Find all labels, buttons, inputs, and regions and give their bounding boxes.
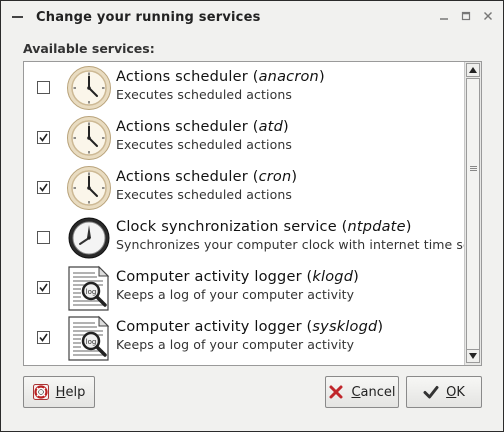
close-icon[interactable] [480, 8, 496, 24]
service-row-anacron[interactable]: Actions scheduler (anacron) Executes sche… [24, 62, 464, 112]
available-services-label: Available services: [23, 41, 155, 56]
cancel-x-icon [328, 384, 344, 400]
clock-icon [66, 115, 112, 161]
service-checkbox-sysklogd[interactable] [37, 331, 50, 344]
service-row-klogd[interactable]: log Computer activity logger (klogd) Keeps… [24, 262, 464, 312]
service-title: Computer activity logger (sysklogd) [116, 319, 384, 335]
service-title: Actions scheduler (atd) [116, 119, 289, 135]
service-row-ntpdate[interactable]: Clock synchronization service (ntpdate) S… [24, 212, 464, 262]
service-checkbox-klogd[interactable] [37, 281, 50, 294]
service-checkbox-anacron[interactable] [37, 81, 50, 94]
service-row-atd[interactable]: Actions scheduler (atd) Executes schedule… [24, 112, 464, 162]
scrollbar-thumb[interactable] [466, 78, 480, 350]
window-title: Change your running services [36, 9, 261, 25]
service-checkbox-ntpdate[interactable] [37, 231, 50, 244]
svg-text:log: log [86, 288, 97, 296]
services-list-frame: Actions scheduler (anacron) Executes sche… [23, 61, 482, 366]
help-button-label: Help [55, 384, 86, 400]
cancel-button[interactable]: Cancel [325, 376, 399, 408]
service-row-sysklogd[interactable]: log Computer activity logger (sysklogd) Ke… [24, 312, 464, 362]
service-title: Actions scheduler (anacron) [116, 69, 325, 85]
clock-icon [66, 65, 112, 111]
ok-button-label: OK [446, 384, 465, 400]
service-checkbox-atd[interactable] [37, 131, 50, 144]
title-bar: Change your running services [2, 2, 502, 32]
ok-button[interactable]: OK [406, 376, 482, 408]
service-description: Executes scheduled actions [116, 137, 292, 152]
service-description: Keeps a log of your computer activity [116, 337, 355, 352]
dialog-window: Change your running services Available s… [0, 0, 504, 432]
sync-clock-icon [66, 215, 112, 261]
service-checkbox-cron[interactable] [37, 181, 50, 194]
vertical-scrollbar[interactable] [464, 62, 481, 365]
scroll-down-arrow-icon[interactable] [466, 349, 480, 363]
service-row-cron[interactable]: Actions scheduler (cron) Executes schedul… [24, 162, 464, 212]
log-magnifier-icon: log [66, 315, 112, 361]
service-description: Keeps a log of your computer activity [116, 287, 355, 302]
service-title: Computer activity logger (klogd) [116, 269, 359, 285]
checkmark-icon [423, 384, 439, 400]
help-button[interactable]: Help [23, 376, 95, 408]
lifebuoy-icon [32, 384, 49, 400]
svg-text:log: log [86, 338, 97, 346]
minimize-icon[interactable] [436, 8, 452, 24]
service-title: Actions scheduler (cron) [116, 169, 298, 185]
clock-icon [66, 165, 112, 211]
service-title: Clock synchronization service (ntpdate) [116, 219, 412, 235]
service-description: Executes scheduled actions [116, 187, 292, 202]
services-list[interactable]: Actions scheduler (anacron) Executes sche… [24, 62, 464, 365]
cancel-button-label: Cancel [351, 384, 396, 400]
log-magnifier-icon: log [66, 265, 112, 311]
scroll-up-arrow-icon[interactable] [466, 63, 480, 77]
maximize-icon[interactable] [458, 8, 474, 24]
service-description: Executes scheduled actions [116, 87, 292, 102]
service-description: Synchronizes your computer clock with in… [116, 237, 464, 252]
window-menu-icon[interactable] [2, 2, 32, 32]
